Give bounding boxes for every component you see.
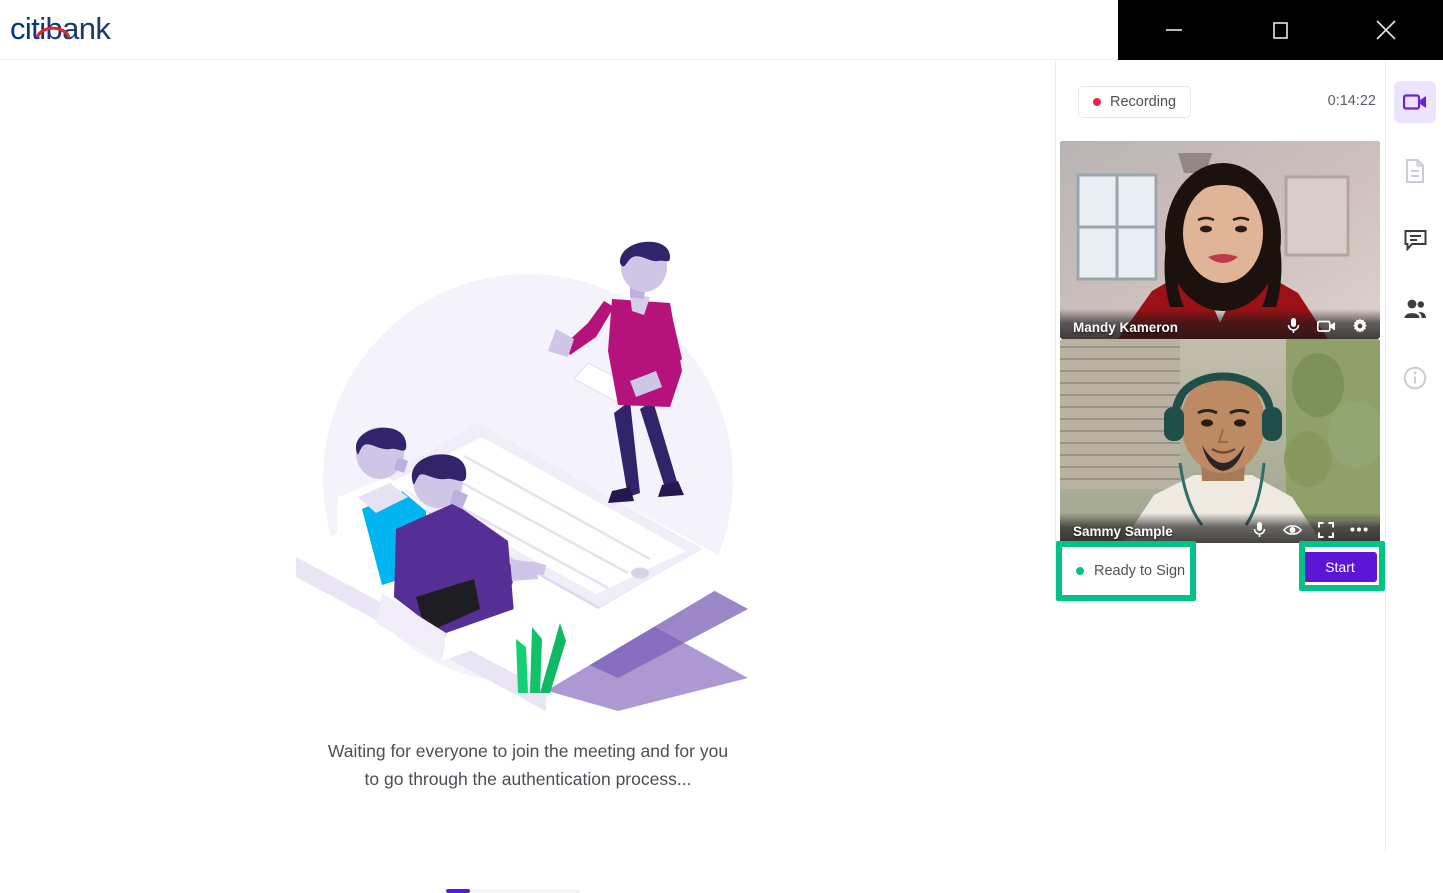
status-badge[interactable]: Ready to Sign <box>1068 553 1185 589</box>
logo-text-citi: citi <box>10 11 46 46</box>
video-tile-participant-2[interactable]: Sammy Sample <box>1060 339 1380 543</box>
video-panel-header: Recording 0:14:22 <box>1056 61 1386 141</box>
waiting-message-line1: Waiting for everyone to join the meeting… <box>327 741 729 761</box>
gear-icon[interactable] <box>1352 318 1368 334</box>
logo-text-bank: bank <box>45 11 111 46</box>
rail-item-documents[interactable] <box>1394 150 1436 192</box>
video-camera-icon <box>1403 94 1426 110</box>
loading-progress-bar <box>446 889 580 893</box>
waiting-message: Waiting for everyone to join the meeting… <box>228 737 828 793</box>
tool-rail <box>1386 61 1443 852</box>
eye-icon[interactable] <box>1283 523 1302 537</box>
recording-dot-icon <box>1093 98 1101 106</box>
more-options-icon[interactable] <box>1350 527 1368 532</box>
participant-1-name: Mandy Kameron <box>1073 320 1179 335</box>
citibank-logo: citibank <box>10 11 111 46</box>
rail-item-participants[interactable] <box>1394 288 1436 330</box>
rail-item-chat[interactable] <box>1394 219 1436 261</box>
participant-2-name: Sammy Sample <box>1073 524 1173 539</box>
microphone-icon[interactable] <box>1286 317 1301 334</box>
video-camera-icon[interactable] <box>1317 319 1336 333</box>
loading-progress-fill <box>446 889 471 893</box>
video-tile-participant-1[interactable]: Mandy Kameron <box>1060 141 1380 339</box>
status-dot-icon <box>1076 567 1084 575</box>
video-tile-2-icons <box>1252 521 1368 538</box>
status-label: Ready to Sign <box>1094 563 1186 579</box>
people-icon <box>1404 299 1426 318</box>
recording-label: Recording <box>1110 94 1177 110</box>
rail-item-video[interactable] <box>1394 81 1436 123</box>
document-icon <box>1406 159 1424 183</box>
recording-badge: Recording <box>1078 86 1192 118</box>
info-icon <box>1403 366 1427 390</box>
video-tile-1-icons <box>1286 317 1368 334</box>
close-icon <box>1376 20 1396 40</box>
video-panel: Recording 0:14:22 Mandy Kameron Sammy Sa… <box>1056 61 1386 601</box>
window-close-button[interactable] <box>1346 0 1426 60</box>
video-panel-footer: Ready to Sign Start <box>1056 543 1386 601</box>
waiting-message-line2: to go through the authentication process… <box>364 769 692 789</box>
rail-item-info[interactable] <box>1394 357 1436 399</box>
window-titlebar <box>1118 0 1443 60</box>
meeting-illustration <box>278 241 778 721</box>
minimize-icon <box>1166 29 1182 31</box>
maximize-icon <box>1273 22 1288 39</box>
chat-icon <box>1404 230 1426 251</box>
window-minimize-button[interactable] <box>1134 0 1214 60</box>
main-content: Waiting for everyone to join the meeting… <box>0 61 1056 893</box>
microphone-icon[interactable] <box>1252 521 1267 538</box>
start-button[interactable]: Start <box>1303 552 1377 582</box>
session-timer: 0:14:22 <box>1327 93 1376 109</box>
expand-icon[interactable] <box>1318 521 1334 538</box>
window-maximize-button[interactable] <box>1240 0 1320 60</box>
